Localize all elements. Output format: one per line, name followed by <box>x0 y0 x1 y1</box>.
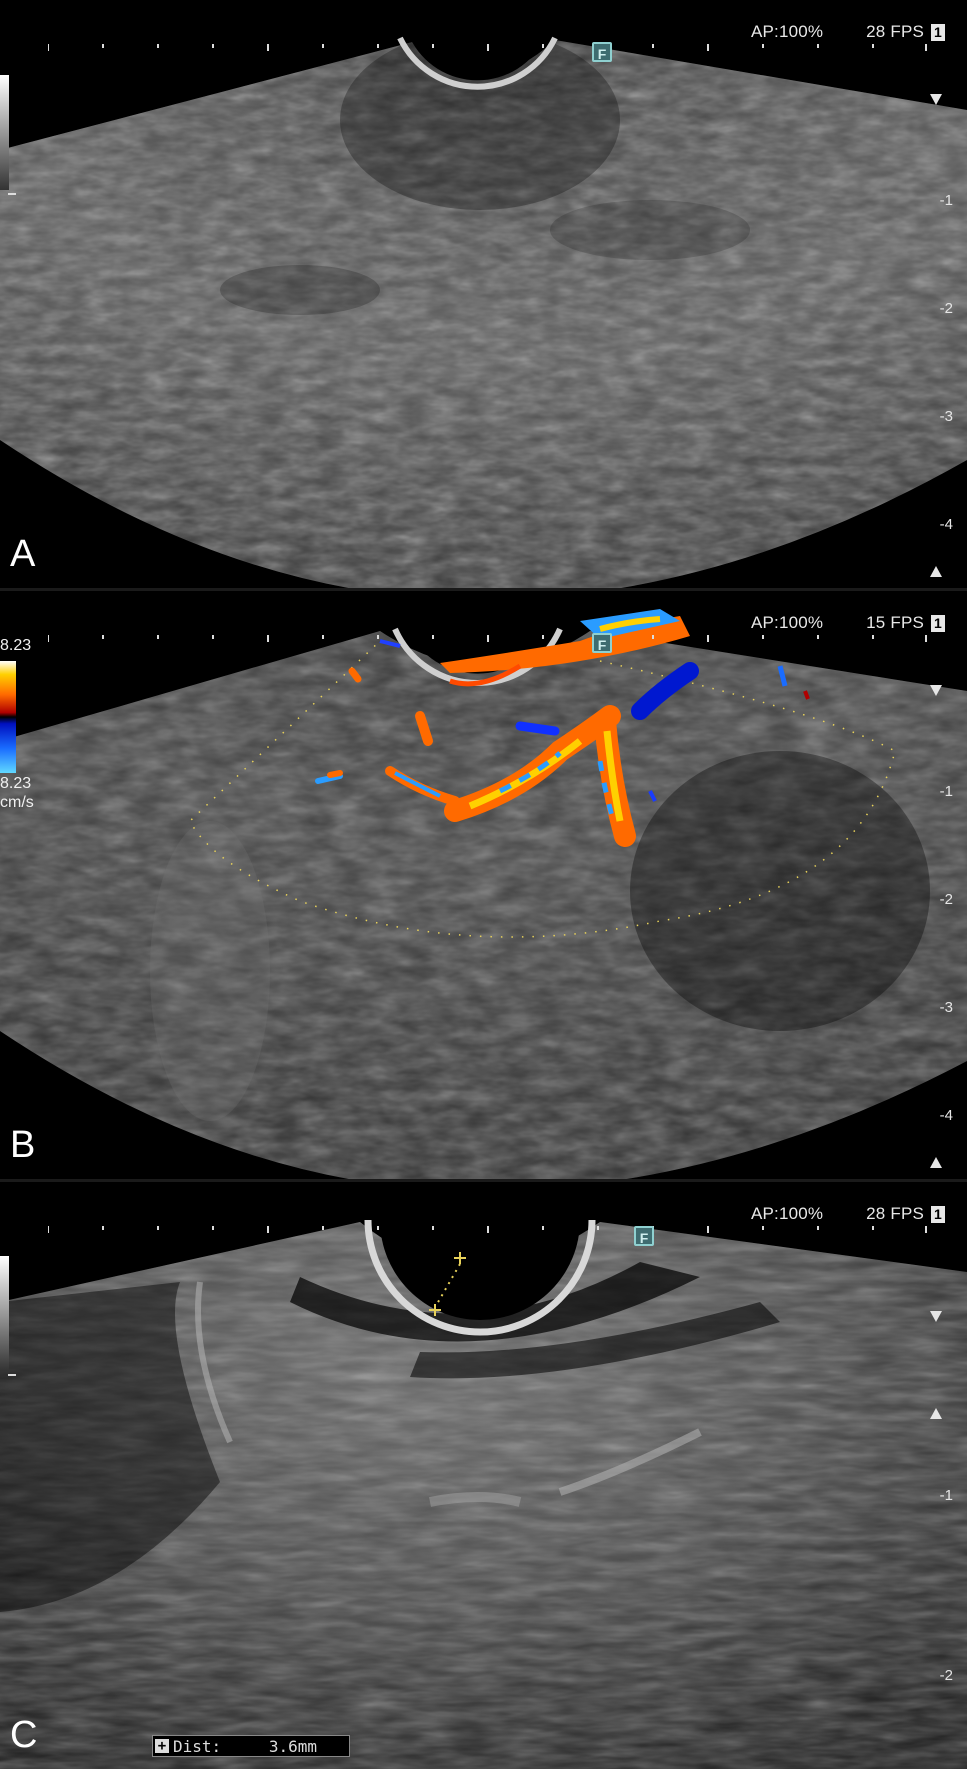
velocity-scale-top-value: 8.23 <box>0 637 32 654</box>
ultrasound-panel-b: AP:100% 15 FPS 1 F 8.23 8.23 cm/s -1 -2 … <box>0 591 967 1179</box>
frame-rate-readout: 28 FPS <box>866 22 925 41</box>
grayscale-bar <box>0 1256 9 1371</box>
depth-scroll-up-icon <box>930 1408 942 1419</box>
focus-marker: F <box>592 633 612 653</box>
focus-marker: F <box>592 42 612 62</box>
caliper-plus-icon: + <box>155 1739 169 1753</box>
grayscale-bar-tick <box>8 1374 16 1376</box>
depth-label: -1 <box>939 1487 953 1504</box>
panel-label: C <box>10 1714 38 1756</box>
acoustic-power-readout: AP:100% <box>750 22 824 41</box>
bmode-scan-image-c <box>0 1219 967 1769</box>
depth-scale: -1 -2 <box>927 1182 955 1769</box>
depth-label: -2 <box>939 1667 953 1684</box>
color-doppler-scan-image-b <box>0 609 967 1179</box>
frame-rate-readout: 15 FPS <box>866 613 925 632</box>
depth-label: -2 <box>939 300 953 317</box>
focus-marker: F <box>634 1226 654 1246</box>
grayscale-bar <box>0 75 9 190</box>
depth-label: -2 <box>939 891 953 908</box>
depth-label: -3 <box>939 408 953 425</box>
depth-label: -4 <box>939 1107 953 1124</box>
depth-scale: -1 -2 -3 -4 <box>927 591 955 1179</box>
depth-scroll-up-icon <box>930 1157 942 1168</box>
ultrasound-panel-a: AP:100% 28 FPS 1 F -1 -2 -3 -4 A <box>0 0 967 588</box>
panel-label: B <box>10 1124 36 1166</box>
velocity-scale-bottom-value: 8.23 <box>0 775 32 792</box>
bmode-scan-image-a <box>0 36 967 588</box>
depth-scale: -1 -2 -3 -4 <box>927 0 955 588</box>
measurement-label: Dist: <box>173 1737 222 1756</box>
acquisition-info: AP:100% 28 FPS 1 <box>751 1204 945 1224</box>
velocity-color-scale <box>0 661 16 773</box>
acquisition-info: AP:100% 15 FPS 1 <box>751 613 945 633</box>
measurement-value: 3.6mm <box>268 1737 317 1756</box>
lateral-scale-ticks <box>48 1226 927 1233</box>
acquisition-info: AP:100% 28 FPS 1 <box>751 22 945 42</box>
depth-label: -3 <box>939 999 953 1016</box>
acoustic-power-readout: AP:100% <box>750 613 824 632</box>
lateral-scale-ticks <box>48 635 927 642</box>
panel-label: A <box>10 533 36 575</box>
lateral-scale-ticks <box>48 44 927 51</box>
depth-label: -1 <box>939 783 953 800</box>
grayscale-bar-tick <box>8 193 16 195</box>
depth-scroll-up-icon <box>930 566 942 577</box>
depth-label: -1 <box>939 192 953 209</box>
velocity-unit-label: cm/s <box>0 794 34 811</box>
ultrasound-panel-c: AP:100% 28 FPS 1 F -1 -2 + Dist: 3.6mm C <box>0 1182 967 1769</box>
distance-measurement-readout: + Dist: 3.6mm <box>152 1735 350 1757</box>
depth-label: -4 <box>939 516 953 533</box>
frame-rate-readout: 28 FPS <box>866 1204 925 1223</box>
acoustic-power-readout: AP:100% <box>750 1204 824 1223</box>
